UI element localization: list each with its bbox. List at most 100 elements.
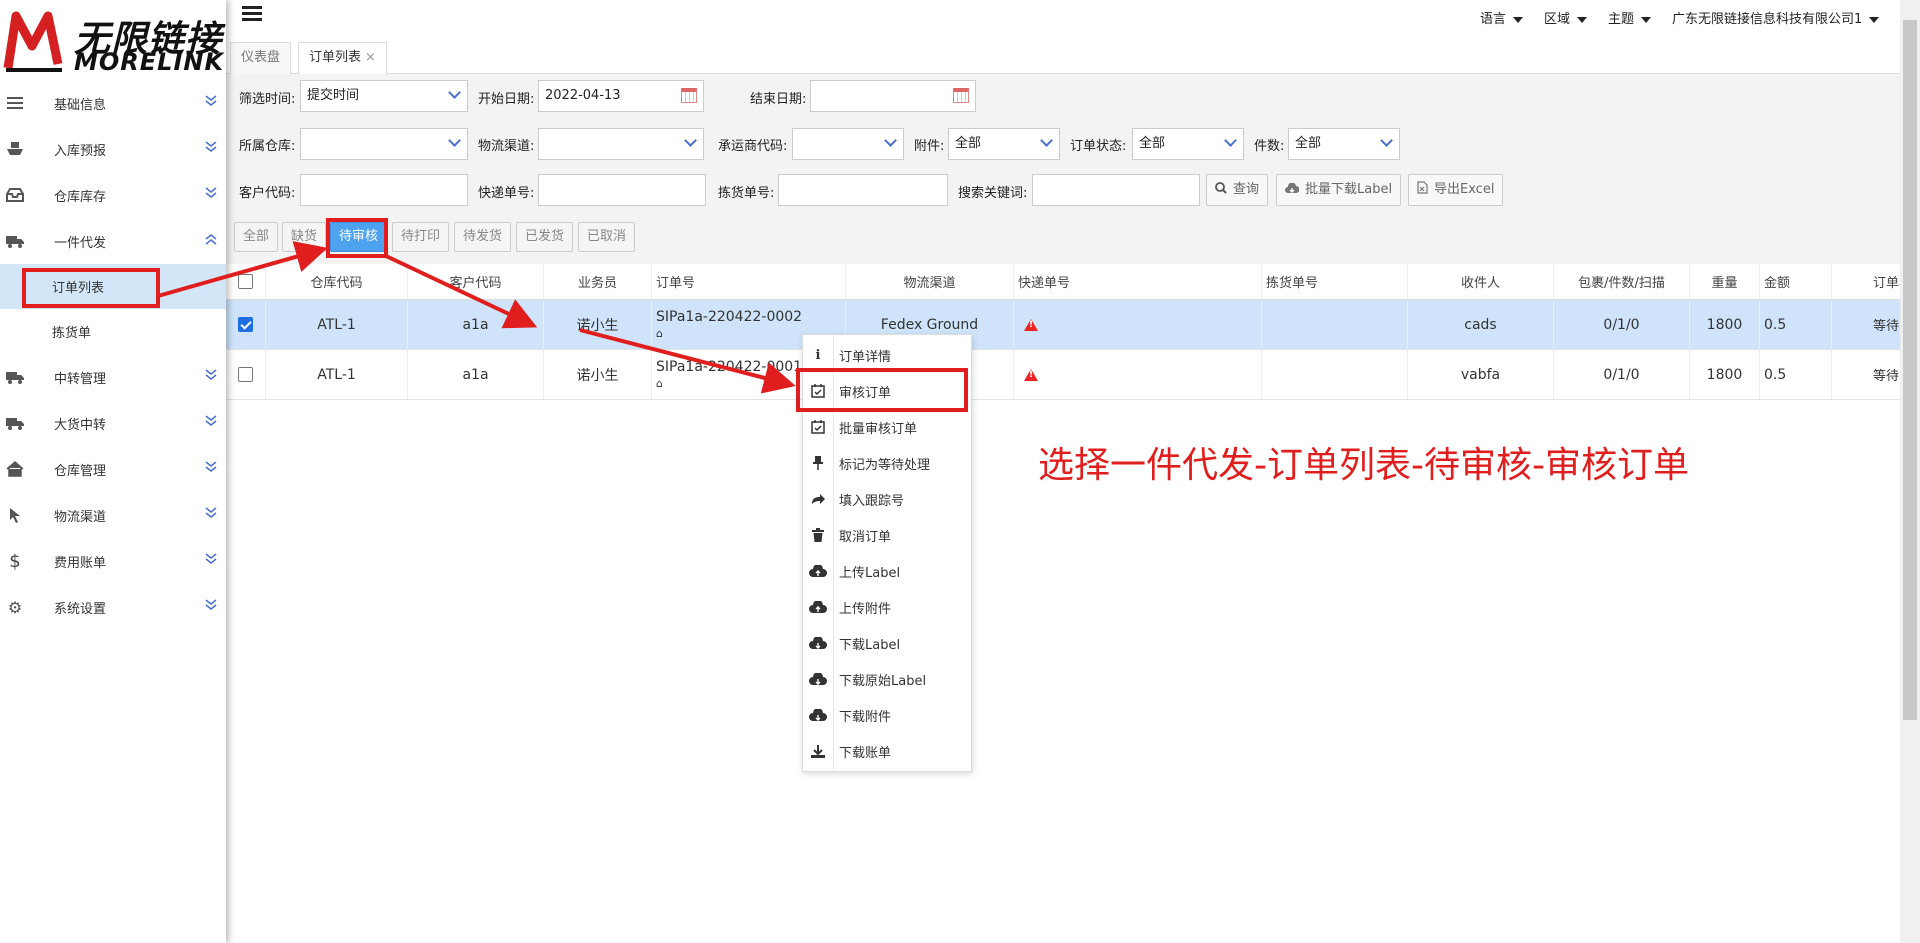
column-header[interactable]: 物流渠道 [846, 264, 1014, 299]
status-tab-pending-review[interactable]: 待审核 [330, 222, 388, 252]
column-header[interactable]: 订单号 [652, 264, 846, 299]
table-row[interactable]: ATL-1 a1a 诺小生 SIPa1a-220422-0001 ⌂ vabfa… [226, 350, 1920, 400]
sidebar-item-inbound[interactable]: 入库预报 [0, 126, 226, 172]
status-tab-all[interactable]: 全部 [234, 222, 279, 252]
sidebar-subitem-label: 订单列表 [52, 281, 105, 296]
keyword-input[interactable] [1032, 174, 1200, 206]
status-tab-label: 已发货 [525, 229, 565, 244]
sidebar-subitem-order-list[interactable]: 订单列表 [0, 264, 226, 309]
calendar-check-icon [803, 384, 833, 398]
filter-time-select[interactable]: 提交时间 [300, 80, 468, 112]
carrier-code-select[interactable] [792, 128, 904, 160]
sidebar-item-bulk-transfer[interactable]: 大货中转 [0, 400, 226, 446]
sidebar-item-dropshipping[interactable]: 一件代发 [0, 218, 226, 264]
menu-item-cancel-order[interactable]: 取消订单 [803, 517, 971, 553]
picking-number-input[interactable] [778, 174, 948, 206]
pieces-select[interactable]: 全部 [1288, 128, 1400, 160]
warehouse-select[interactable] [300, 128, 468, 160]
status-tab-shipped[interactable]: 已发货 [516, 222, 574, 252]
select-all-checkbox[interactable] [238, 274, 253, 289]
status-tab-cancelled[interactable]: 已取消 [578, 222, 636, 252]
order-status-select[interactable]: 全部 [1132, 128, 1244, 160]
column-header[interactable]: 金额 [1760, 264, 1832, 299]
tab-dashboard[interactable]: 仪表盘 [230, 42, 292, 74]
topbar: 语言 区域 主题 广东无限链接信息科技有限公司1 [226, 0, 1920, 34]
menu-item-download-attachment[interactable]: 下载附件 [803, 697, 971, 733]
menu-item-download-label[interactable]: 下载Label [803, 625, 971, 661]
caret-down-icon [1513, 16, 1524, 23]
menu-item-label: 填入跟踪号 [839, 493, 905, 509]
column-header[interactable]: 仓库代码 [266, 264, 408, 299]
sidebar-item-logistics-channel[interactable]: 物流渠道 [0, 492, 226, 538]
start-date-input[interactable]: 2022-04-13 [538, 80, 704, 112]
table-row[interactable]: ATL-1 a1a 诺小生 SIPa1a-220422-0002 ⌂ Fedex… [226, 300, 1920, 350]
menu-item-label: 上传附件 [839, 601, 892, 617]
column-header[interactable]: 业务员 [544, 264, 652, 299]
row-checkbox[interactable] [238, 317, 253, 332]
language-dropdown[interactable]: 语言 [1480, 8, 1524, 27]
status-tab-label: 待发货 [463, 229, 503, 244]
tab-order-list[interactable]: 订单列表 × [298, 42, 387, 74]
menu-item-upload-attachment[interactable]: 上传附件 [803, 589, 971, 625]
customer-code-label: 客户代码: [239, 186, 296, 201]
warning-icon [1024, 318, 1038, 331]
sidebar-item-transfer[interactable]: 中转管理 [0, 354, 226, 400]
sidebar-item-label: 仓库库存 [54, 189, 107, 205]
row-checkbox[interactable] [238, 367, 253, 382]
export-excel-button[interactable]: 导出Excel [1408, 174, 1504, 206]
theme-dropdown[interactable]: 主题 [1608, 8, 1652, 27]
menu-item-fill-tracking[interactable]: 填入跟踪号 [803, 481, 971, 517]
tracking-number-input[interactable] [538, 174, 706, 206]
hamburger-menu-icon[interactable] [242, 6, 262, 22]
region-label: 区域 [1544, 12, 1571, 27]
menu-item-order-details[interactable]: i 订单详情 [803, 337, 971, 373]
cell-recipient: cads [1408, 300, 1554, 349]
column-header[interactable]: 拣货单号 [1262, 264, 1408, 299]
chevron-double-down-icon [204, 414, 218, 432]
search-button[interactable]: 查询 [1206, 174, 1269, 206]
batch-download-label-button[interactable]: 批量下载Label [1276, 174, 1402, 206]
chevron-down-icon [1040, 134, 1053, 147]
attachment-select[interactable]: 全部 [948, 128, 1060, 160]
sidebar-subitem-picking-list[interactable]: 拣货单 [0, 309, 226, 354]
sidebar-item-system-settings[interactable]: ⚙ 系统设置 [0, 584, 226, 630]
column-header[interactable]: 客户代码 [408, 264, 544, 299]
menu-item-download-original-label[interactable]: 下载原始Label [803, 661, 971, 697]
vertical-scrollbar[interactable] [1900, 0, 1920, 943]
page-tabs: 仪表盘 订单列表 × [226, 38, 1900, 74]
status-tab-pending-ship[interactable]: 待发货 [454, 222, 512, 252]
sidebar-item-warehouse-management[interactable]: 仓库管理 [0, 446, 226, 492]
sidebar-item-inventory[interactable]: 仓库库存 [0, 172, 226, 218]
warehouse-label: 所属仓库: [239, 139, 296, 154]
menu-item-review-order[interactable]: 审核订单 [803, 373, 971, 409]
chevron-down-icon [1224, 134, 1237, 147]
menu-item-label: 下载账单 [839, 745, 892, 761]
sidebar-item-basic-info[interactable]: 基础信息 [0, 80, 226, 126]
region-dropdown[interactable]: 区域 [1544, 8, 1588, 27]
sidebar-item-billing[interactable]: $ 费用账单 [0, 538, 226, 584]
scrollbar-thumb[interactable] [1903, 20, 1917, 720]
close-icon[interactable]: × [365, 50, 376, 65]
calendar-icon[interactable] [681, 88, 697, 103]
calendar-icon[interactable] [953, 88, 969, 103]
info-icon: i [815, 347, 821, 363]
column-header[interactable]: 重量 [1690, 264, 1760, 299]
order-number: SIPa1a-220422-0001 [656, 359, 803, 375]
status-tab-out-of-stock[interactable]: 缺货 [282, 222, 327, 252]
column-header[interactable]: 收件人 [1408, 264, 1554, 299]
menu-item-mark-pending[interactable]: 标记为等待处理 [803, 445, 971, 481]
customer-code-input[interactable] [300, 174, 468, 206]
menu-item-batch-review[interactable]: 批量审核订单 [803, 409, 971, 445]
filter-time-value: 提交时间 [307, 88, 360, 103]
menu-item-download-bill[interactable]: 下载账单 [803, 733, 971, 769]
menu-item-upload-label[interactable]: 上传Label [803, 553, 971, 589]
company-dropdown[interactable]: 广东无限链接信息科技有限公司1 [1672, 8, 1880, 27]
channel-select[interactable] [538, 128, 704, 160]
status-tab-pending-print[interactable]: 待打印 [392, 222, 450, 252]
cell-customer: a1a [408, 300, 544, 349]
row-select-cell [226, 350, 266, 399]
column-header[interactable]: 快递单号 [1014, 264, 1262, 299]
end-date-input[interactable] [810, 80, 976, 112]
sidebar-item-label: 费用账单 [54, 555, 107, 571]
column-header[interactable]: 包裹/件数/扫描 [1554, 264, 1690, 299]
